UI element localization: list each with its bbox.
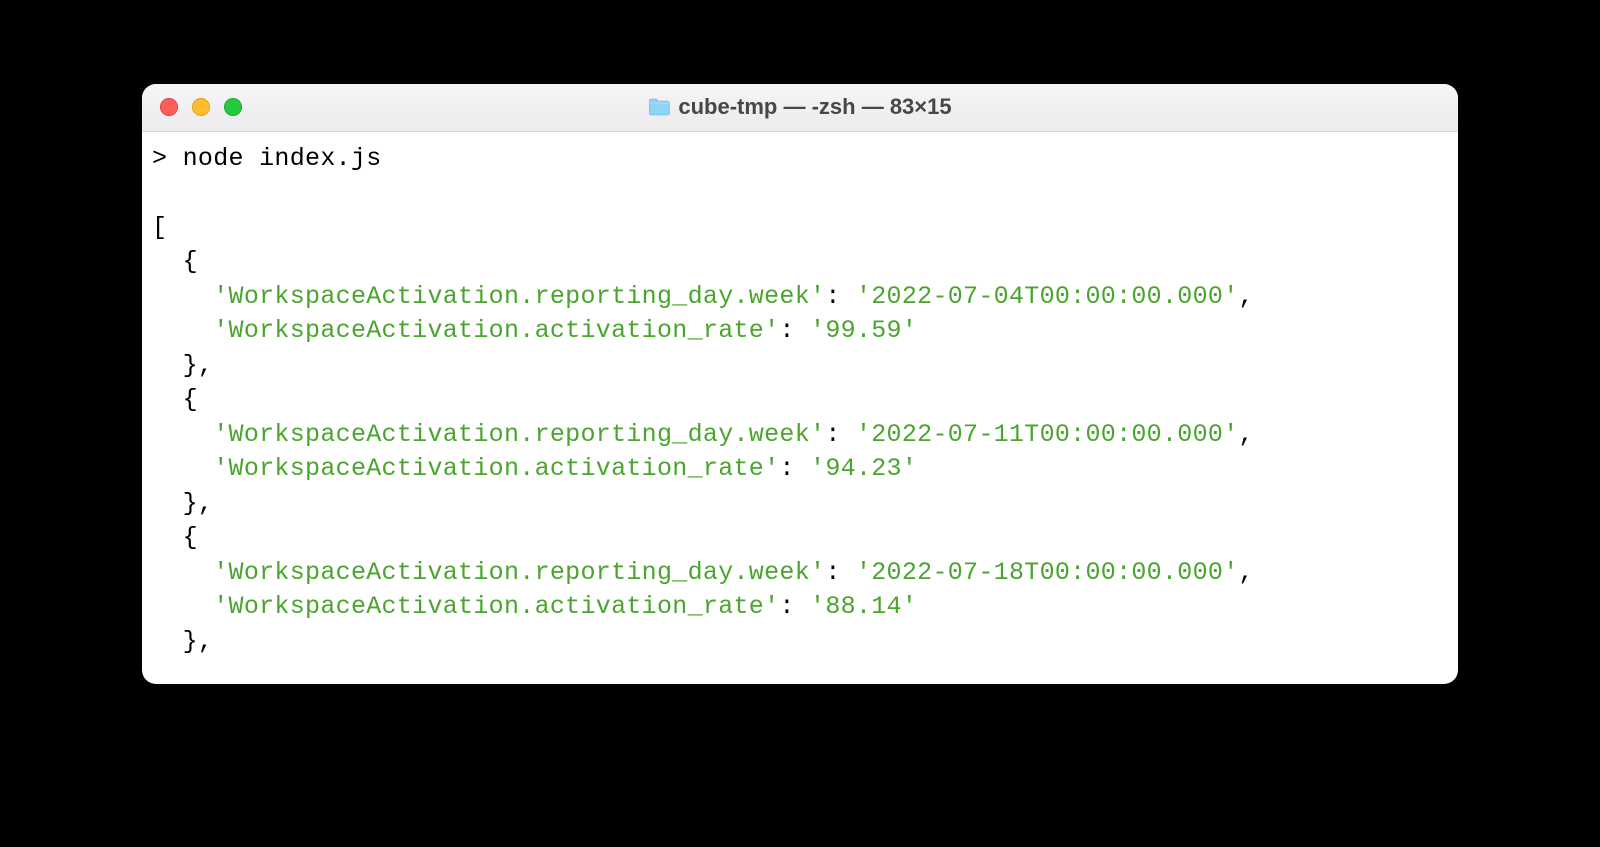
brace-open: {: [152, 521, 1448, 556]
json-key: 'WorkspaceActivation.activation_rate': [213, 454, 779, 483]
kv-line: 'WorkspaceActivation.activation_rate': '…: [152, 590, 1448, 625]
json-key: 'WorkspaceActivation.reporting_day.week': [213, 558, 825, 587]
json-key: 'WorkspaceActivation.activation_rate': [213, 316, 779, 345]
brace-open: {: [152, 245, 1448, 280]
punct: :: [825, 420, 856, 449]
maximize-button[interactable]: [224, 98, 242, 116]
brace-open: {: [152, 383, 1448, 418]
punct: :: [779, 454, 810, 483]
json-key: 'WorkspaceActivation.activation_rate': [213, 592, 779, 621]
json-value: '94.23': [810, 454, 917, 483]
json-value: '99.59': [810, 316, 917, 345]
kv-line: 'WorkspaceActivation.reporting_day.week'…: [152, 280, 1448, 315]
json-value: '2022-07-18T00:00:00.000': [856, 558, 1239, 587]
punct: :: [825, 282, 856, 311]
punct: :: [825, 558, 856, 587]
punct: ,: [1239, 420, 1254, 449]
json-value: '88.14': [810, 592, 917, 621]
close-button[interactable]: [160, 98, 178, 116]
command-text: node index.js: [183, 144, 382, 173]
terminal-window: cube-tmp — -zsh — 83×15 > node index.js […: [142, 84, 1458, 684]
kv-line: 'WorkspaceActivation.reporting_day.week'…: [152, 556, 1448, 591]
kv-line: 'WorkspaceActivation.activation_rate': '…: [152, 452, 1448, 487]
kv-line: 'WorkspaceActivation.reporting_day.week'…: [152, 418, 1448, 453]
window-title-text: cube-tmp — -zsh — 83×15: [678, 94, 951, 120]
minimize-button[interactable]: [192, 98, 210, 116]
output-open-bracket: [: [152, 211, 1448, 246]
brace-close: },: [152, 349, 1448, 384]
blank-line: [152, 176, 1448, 211]
command-line: > node index.js: [152, 142, 1448, 177]
json-key: 'WorkspaceActivation.reporting_day.week': [213, 282, 825, 311]
json-value: '2022-07-11T00:00:00.000': [856, 420, 1239, 449]
output-item: { 'WorkspaceActivation.reporting_day.wee…: [152, 383, 1448, 521]
json-key: 'WorkspaceActivation.reporting_day.week': [213, 420, 825, 449]
prompt: >: [152, 144, 183, 173]
punct: ,: [1239, 558, 1254, 587]
titlebar[interactable]: cube-tmp — -zsh — 83×15: [142, 84, 1458, 132]
output-item: { 'WorkspaceActivation.reporting_day.wee…: [152, 245, 1448, 383]
traffic-lights: [142, 98, 242, 116]
window-title: cube-tmp — -zsh — 83×15: [648, 94, 951, 120]
json-value: '2022-07-04T00:00:00.000': [856, 282, 1239, 311]
punct: ,: [1239, 282, 1254, 311]
brace-close: },: [152, 625, 1448, 660]
brace-close: },: [152, 487, 1448, 522]
punct: :: [779, 316, 810, 345]
folder-icon: [648, 98, 670, 116]
terminal-body[interactable]: > node index.js [ { 'WorkspaceActivation.…: [142, 132, 1458, 670]
punct: :: [779, 592, 810, 621]
output-item: { 'WorkspaceActivation.reporting_day.wee…: [152, 521, 1448, 659]
kv-line: 'WorkspaceActivation.activation_rate': '…: [152, 314, 1448, 349]
